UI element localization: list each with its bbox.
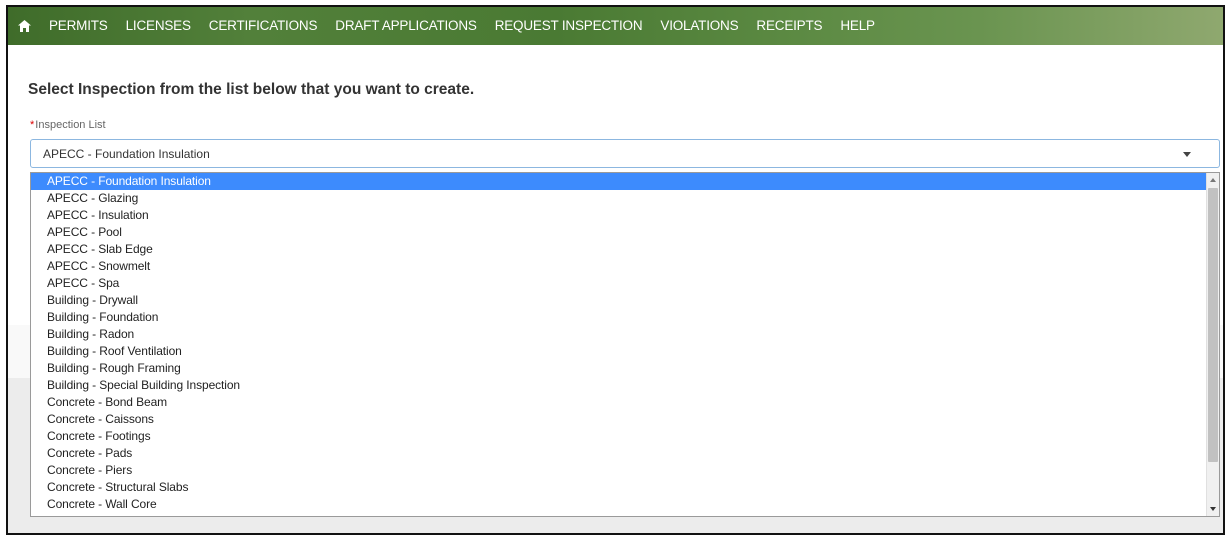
home-icon [17,20,31,32]
dropdown-option[interactable]: Building - Drywall [31,292,1206,309]
dropdown-option[interactable]: Building - Radon [31,326,1206,343]
main-content: Select Inspection from the list below th… [8,45,1223,533]
chevron-down-icon [1183,152,1191,157]
browser-frame: PERMITS LICENSES CERTIFICATIONS DRAFT AP… [6,5,1225,535]
dropdown-option[interactable]: Building - Roof Ventilation [31,343,1206,360]
scroll-down-arrow-icon[interactable] [1207,502,1219,516]
dropdown-option[interactable]: APECC - Spa [31,275,1206,292]
dropdown-scrollbar[interactable] [1206,173,1219,516]
dropdown-option[interactable]: APECC - Glazing [31,190,1206,207]
dropdown-option[interactable]: APECC - Pool [31,224,1206,241]
nav-help[interactable]: HELP [831,7,883,45]
dropdown-option[interactable]: Concrete - Pads [31,445,1206,462]
inspection-list-dropdown[interactable]: APECC - Foundation Insulation APECC - Gla… [30,172,1220,517]
nav-request-inspection[interactable]: REQUEST INSPECTION [486,7,652,45]
dropdown-option[interactable]: Building - Rough Framing [31,360,1206,377]
scroll-up-arrow-icon[interactable] [1207,173,1219,187]
nav-draft-applications[interactable]: DRAFT APPLICATIONS [326,7,485,45]
nav-permits[interactable]: PERMITS [40,7,117,45]
selected-value: APECC - Foundation Insulation [43,147,210,161]
scrollbar-thumb[interactable] [1208,188,1218,462]
dropdown-option[interactable]: Concrete - Footings [31,428,1206,445]
required-marker: * [30,119,35,131]
dropdown-option[interactable]: Building - Special Building Inspection [31,377,1206,394]
dropdown-option[interactable]: Concrete - Caissons [31,411,1206,428]
dropdown-option[interactable]: APECC - Snowmelt [31,258,1206,275]
dropdown-option[interactable]: Concrete - Bond Beam [31,394,1206,411]
inspection-list-label: *Inspection List [30,119,106,131]
dropdown-option[interactable]: APECC - Insulation [31,207,1206,224]
nav-receipts[interactable]: RECEIPTS [747,7,831,45]
nav-violations[interactable]: VIOLATIONS [651,7,747,45]
dropdown-option[interactable]: Concrete - Wall Core [31,496,1206,513]
dropdown-option[interactable]: APECC - Foundation Insulation [31,173,1206,190]
dropdown-options: APECC - Foundation Insulation APECC - Gla… [31,173,1206,513]
page-heading: Select Inspection from the list below th… [28,81,475,98]
inspection-list-label-text: Inspection List [35,119,106,131]
nav-licenses[interactable]: LICENSES [117,7,200,45]
inspection-list-select[interactable]: APECC - Foundation Insulation [30,139,1220,168]
dropdown-option[interactable]: Concrete - Piers [31,462,1206,479]
main-nav: PERMITS LICENSES CERTIFICATIONS DRAFT AP… [8,7,1223,45]
home-button[interactable] [8,7,40,45]
nav-certifications[interactable]: CERTIFICATIONS [200,7,326,45]
dropdown-option[interactable]: Concrete - Structural Slabs [31,479,1206,496]
dropdown-option[interactable]: Building - Foundation [31,309,1206,326]
dropdown-option[interactable]: APECC - Slab Edge [31,241,1206,258]
